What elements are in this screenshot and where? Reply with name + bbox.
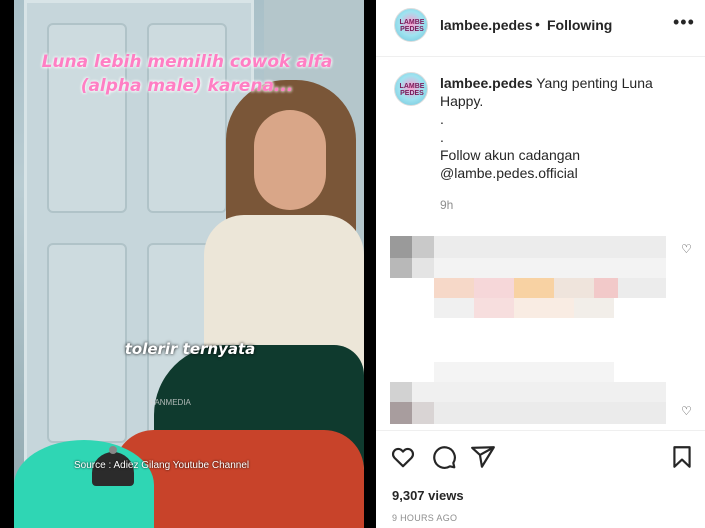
bookmark-icon[interactable] (669, 444, 695, 470)
caption-timestamp: 9h (440, 198, 454, 212)
desk-bell-knob (109, 446, 117, 454)
person-face (254, 110, 326, 210)
caption-dot-1: . (440, 111, 444, 127)
caption-text: lambee.pedes Yang penting Luna Happy. . … (440, 74, 690, 182)
comment-like-heart-icon[interactable]: ♡ (681, 242, 692, 256)
caption-avatar[interactable]: LAMBE PEDES (394, 72, 428, 106)
caption-line-1: Yang penting Luna (536, 75, 653, 91)
avatar-logo-text: LAMBE PEDES (399, 83, 425, 97)
video-source-credit: Source : Adiez Gilang Youtube Channel (74, 460, 250, 471)
video-caption-top: Luna lebih memilih cowok alfa (alpha mal… (41, 52, 333, 96)
following-button[interactable]: Following (547, 17, 612, 33)
more-options-icon[interactable]: ••• (673, 12, 695, 33)
blurred-comment (390, 362, 666, 428)
post-sidebar: LAMBE PEDES lambee.pedes • Following •••… (376, 0, 705, 528)
caption-dot-2: . (440, 129, 444, 145)
view-count[interactable]: 9,307 views (392, 488, 464, 503)
send-icon[interactable] (470, 444, 496, 470)
caption-mention-link[interactable]: @lambe.pedes.official (440, 164, 690, 182)
comment-icon[interactable] (431, 444, 457, 470)
post-actions-bar (376, 430, 705, 482)
post-media-frame: Luna lebih memilih cowok alfa (alpha mal… (0, 0, 376, 528)
header-separator: • (535, 16, 540, 32)
video-watermark: FANMEDIA (150, 398, 191, 407)
comment-like-heart-icon[interactable]: ♡ (681, 404, 692, 418)
avatar-logo-text: LAMBE PEDES (399, 19, 425, 33)
header-username[interactable]: lambee.pedes (440, 17, 533, 33)
caption-line-2: Happy. (440, 93, 484, 109)
caption-username[interactable]: lambee.pedes (440, 75, 533, 91)
caption-line-3: Follow akun cadangan (440, 147, 581, 163)
video-caption-mid: tolerir ternyata (124, 340, 256, 358)
post-age: 9 HOURS AGO (392, 513, 458, 523)
post-header: LAMBE PEDES lambee.pedes • Following ••• (376, 0, 705, 57)
avatar[interactable]: LAMBE PEDES (394, 8, 428, 42)
heart-icon[interactable] (390, 444, 416, 470)
blurred-comment (390, 236, 666, 320)
